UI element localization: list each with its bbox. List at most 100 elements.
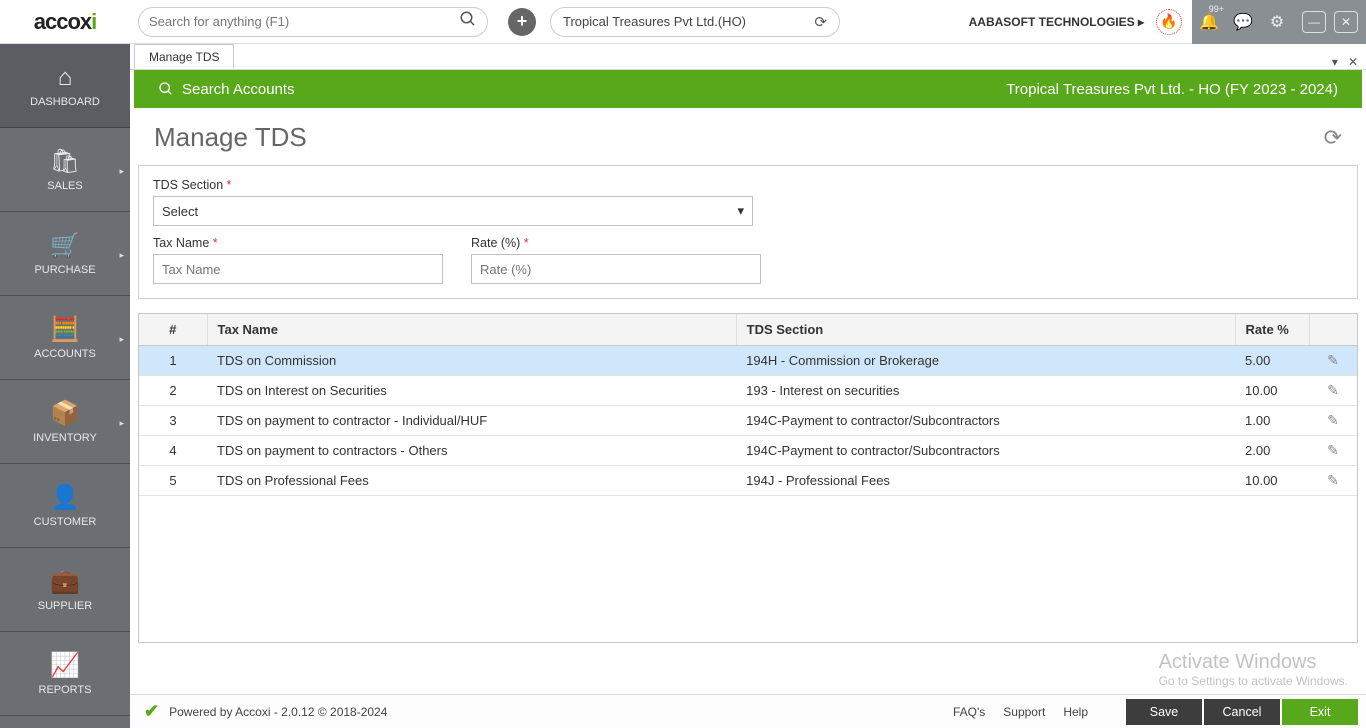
sidebar-item-supplier[interactable]: 💼 SUPPLIER — [0, 548, 130, 632]
minimize-button[interactable]: — — [1302, 11, 1326, 33]
global-search[interactable] — [138, 7, 488, 37]
search-icon[interactable] — [459, 10, 477, 33]
tab-dropdown-icon[interactable]: ▾ — [1332, 55, 1338, 69]
logo-main: accox — [34, 9, 91, 35]
user-icon: 👤 — [50, 483, 80, 512]
cell-num: 1 — [139, 346, 207, 376]
company-link[interactable]: AABASOFT TECHNOLOGIES ▸ — [969, 15, 1150, 29]
taxname-label: Tax Name — [153, 236, 443, 250]
calculator-icon: 🧮 — [50, 315, 80, 344]
cell-section: 194H - Commission or Brokerage — [736, 346, 1235, 376]
taxname-input[interactable] — [153, 254, 443, 284]
footer-powered: Powered by Accoxi - 2.0.12 © 2018-2024 — [169, 705, 387, 719]
tab-manage-tds[interactable]: Manage TDS — [134, 44, 234, 69]
chart-icon: 📈 — [50, 651, 80, 680]
search-icon — [158, 81, 174, 97]
cell-num: 3 — [139, 406, 207, 436]
sidebar-item-label: CUSTOMER — [34, 516, 97, 528]
context-org: Tropical Treasures Pvt Ltd. - HO (FY 202… — [1006, 81, 1338, 98]
cell-rate: 2.00 — [1235, 436, 1309, 466]
support-link[interactable]: Support — [1003, 705, 1045, 719]
table-row[interactable]: 3TDS on payment to contractor - Individu… — [139, 406, 1357, 436]
footer-logo-icon: ✔ — [144, 701, 159, 722]
faq-link[interactable]: FAQ's — [953, 705, 985, 719]
sidebar-item-purchase[interactable]: 🛒 PURCHASE ▸ — [0, 212, 130, 296]
table-row[interactable]: 1TDS on Commission194H - Commission or B… — [139, 346, 1357, 376]
main-area: Manage TDS ▾ ✕ Search Accounts Tropical … — [130, 44, 1366, 728]
save-button[interactable]: Save — [1126, 699, 1202, 725]
cell-rate: 1.00 — [1235, 406, 1309, 436]
edit-icon[interactable]: ✎ — [1327, 412, 1339, 428]
add-button[interactable]: + — [508, 8, 536, 36]
rate-label: Rate (%) — [471, 236, 761, 250]
search-accounts-button[interactable]: Search Accounts — [158, 81, 295, 98]
chat-icon[interactable]: 💬 — [1226, 0, 1260, 44]
edit-icon[interactable]: ✎ — [1327, 472, 1339, 488]
bag-icon: 🛍 — [50, 147, 80, 176]
col-header-num[interactable]: # — [139, 314, 207, 346]
logo-accent: i — [91, 9, 96, 35]
sidebar: ⌂ DASHBOARD 🛍 SALES ▸ 🛒 PURCHASE ▸ 🧮 ACC… — [0, 44, 130, 728]
app-header: accoxi + Tropical Treasures Pvt Ltd.(HO)… — [0, 0, 1366, 44]
tds-table: # Tax Name TDS Section Rate % 1TDS on Co… — [138, 313, 1358, 643]
col-header-rate[interactable]: Rate % — [1235, 314, 1309, 346]
bell-icon[interactable]: 🔔99+ — [1192, 0, 1226, 44]
col-header-actions — [1309, 314, 1357, 346]
sidebar-item-label: DASHBOARD — [30, 96, 100, 108]
sidebar-item-label: PURCHASE — [34, 264, 95, 276]
gear-icon[interactable]: ⚙ — [1260, 0, 1294, 44]
cell-name: TDS on payment to contractor - Individua… — [207, 406, 736, 436]
help-link[interactable]: Help — [1063, 705, 1088, 719]
cell-section: 193 - Interest on securities — [736, 376, 1235, 406]
edit-icon[interactable]: ✎ — [1327, 382, 1339, 398]
briefcase-icon: 💼 — [50, 567, 80, 596]
cancel-button[interactable]: Cancel — [1204, 699, 1280, 725]
header-tools: 🔔99+ 💬 ⚙ — ✕ — [1192, 0, 1366, 44]
cell-section: 194J - Professional Fees — [736, 466, 1235, 496]
chevron-down-icon: ▾ — [737, 203, 744, 219]
cell-rate: 10.00 — [1235, 466, 1309, 496]
col-header-section[interactable]: TDS Section — [736, 314, 1235, 346]
exit-button[interactable]: Exit — [1282, 699, 1358, 725]
cell-num: 5 — [139, 466, 207, 496]
search-accounts-label: Search Accounts — [182, 81, 295, 98]
close-button[interactable]: ✕ — [1334, 11, 1358, 33]
cell-section: 194C-Payment to contractor/Subcontractor… — [736, 406, 1235, 436]
table-row[interactable]: 2TDS on Interest on Securities193 - Inte… — [139, 376, 1357, 406]
sidebar-item-inventory[interactable]: 📦 INVENTORY ▸ — [0, 380, 130, 464]
tab-close-icon[interactable]: ✕ — [1348, 55, 1358, 69]
search-input[interactable] — [149, 14, 459, 29]
org-switcher[interactable]: Tropical Treasures Pvt Ltd.(HO) ⟳ — [550, 7, 840, 37]
cell-rate: 5.00 — [1235, 346, 1309, 376]
chevron-right-icon: ▸ — [119, 418, 124, 429]
context-bar: Search Accounts Tropical Treasures Pvt L… — [134, 70, 1362, 108]
cell-name: TDS on payment to contractors - Others — [207, 436, 736, 466]
app-logo: accoxi — [0, 0, 130, 44]
cell-name: TDS on Commission — [207, 346, 736, 376]
col-header-name[interactable]: Tax Name — [207, 314, 736, 346]
sync-icon[interactable]: ⟳ — [814, 13, 827, 31]
cart-icon: 🛒 — [50, 231, 80, 260]
sidebar-item-label: SUPPLIER — [38, 600, 92, 612]
section-select[interactable]: Select ▾ — [153, 196, 753, 226]
sidebar-item-accounts[interactable]: 🧮 ACCOUNTS ▸ — [0, 296, 130, 380]
fire-icon[interactable]: 🔥 — [1156, 9, 1182, 35]
refresh-button[interactable]: ⟳ — [1324, 125, 1342, 151]
chevron-right-icon: ▸ — [119, 334, 124, 345]
sidebar-item-dashboard[interactable]: ⌂ DASHBOARD — [0, 44, 130, 128]
sidebar-item-customer[interactable]: 👤 CUSTOMER — [0, 464, 130, 548]
cell-section: 194C-Payment to contractor/Subcontractor… — [736, 436, 1235, 466]
sidebar-item-label: INVENTORY — [33, 432, 97, 444]
edit-icon[interactable]: ✎ — [1327, 352, 1339, 368]
org-name: Tropical Treasures Pvt Ltd.(HO) — [563, 14, 746, 29]
section-value: Select — [162, 204, 198, 219]
edit-icon[interactable]: ✎ — [1327, 442, 1339, 458]
sidebar-item-reports[interactable]: 📈 REPORTS — [0, 632, 130, 716]
cell-name: TDS on Interest on Securities — [207, 376, 736, 406]
table-row[interactable]: 4TDS on payment to contractors - Others1… — [139, 436, 1357, 466]
rate-input[interactable] — [471, 254, 761, 284]
section-label: TDS Section — [153, 178, 1343, 192]
page-title: Manage TDS — [154, 122, 307, 153]
sidebar-item-sales[interactable]: 🛍 SALES ▸ — [0, 128, 130, 212]
table-row[interactable]: 5TDS on Professional Fees194J - Professi… — [139, 466, 1357, 496]
